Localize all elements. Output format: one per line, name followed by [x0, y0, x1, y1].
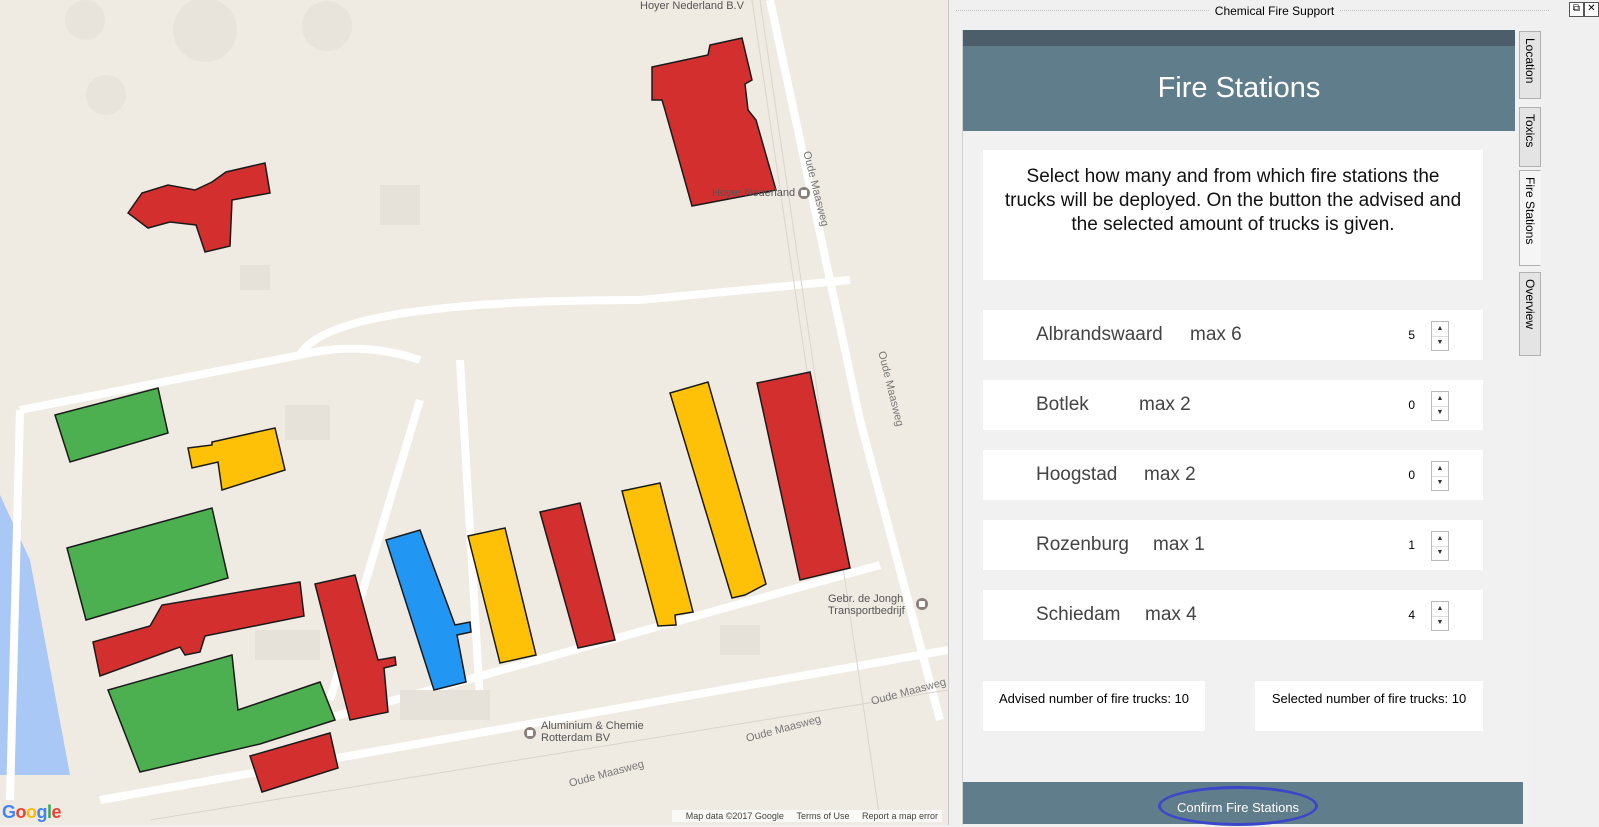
- spin-down-icon[interactable]: ▼: [1432, 336, 1448, 350]
- truck-count-spinner[interactable]: ▲ ▼: [1431, 601, 1449, 631]
- station-row-schiedam: Schiedam max 4 4 ▲ ▼: [983, 590, 1483, 640]
- spin-up-icon[interactable]: ▲: [1432, 322, 1448, 337]
- map-label-hoyer: Hoyer Nederland: [712, 187, 811, 200]
- spin-down-icon[interactable]: ▼: [1432, 406, 1448, 420]
- confirm-fire-stations-button[interactable]: Confirm Fire Stations: [1158, 786, 1318, 826]
- station-max: max 6: [1190, 324, 1242, 345]
- truck-count-value[interactable]: 5: [1408, 310, 1415, 360]
- tab-overview[interactable]: Overview: [1519, 272, 1541, 356]
- map-label-alu: Aluminium & Chemie Rotterdam BV: [541, 720, 644, 744]
- truck-count-spinner[interactable]: ▲ ▼: [1431, 531, 1449, 561]
- truck-count-value[interactable]: 4: [1408, 590, 1415, 640]
- truck-count-spinner[interactable]: ▲ ▼: [1431, 461, 1449, 491]
- advised-trucks-label: Advised number of fire trucks: 10: [983, 681, 1205, 731]
- tab-location[interactable]: Location: [1519, 31, 1541, 99]
- google-logo: Google: [2, 802, 62, 822]
- station-row-rozenburg: Rozenburg max 1 1 ▲ ▼: [983, 520, 1483, 570]
- spin-down-icon[interactable]: ▼: [1432, 476, 1448, 490]
- truck-count-value[interactable]: 1: [1408, 520, 1415, 570]
- tab-label: Overview: [1523, 279, 1537, 330]
- map-footer: Map data ©2017 Google Terms of Use Repor…: [671, 810, 942, 822]
- map-label-alu-line2: Rotterdam BV: [541, 732, 611, 744]
- map-data-credit: Map data ©2017 Google: [685, 811, 784, 821]
- truck-count-spinner[interactable]: ▲ ▼: [1431, 321, 1449, 351]
- side-panel: Chemical Fire Support ⧉ ✕ Fire Stations …: [950, 0, 1599, 826]
- poi-icon[interactable]: [524, 727, 536, 739]
- station-name: Rozenburg: [1036, 534, 1129, 555]
- station-max: max 2: [1139, 394, 1191, 415]
- header-strip: [963, 30, 1515, 46]
- station-name: Hoogstad: [1036, 464, 1118, 485]
- map-label-gebr: Gebr. de Jongh Transportbedrijf: [828, 593, 905, 617]
- map-label-hoyer-top: Hoyer Nederland B.V: [640, 0, 744, 12]
- station-name: Schiedam: [1036, 604, 1121, 625]
- station-row-hoogstad: Hoogstad max 2 0 ▲ ▼: [983, 450, 1483, 500]
- station-name: Botlek: [1036, 394, 1089, 415]
- window-title-bar: Chemical Fire Support: [950, 0, 1599, 22]
- map-label-hoyer-text: Hoyer Nederland: [712, 187, 796, 199]
- map-label-gebr-line2: Transportbedrijf: [828, 605, 905, 617]
- station-max: max 4: [1145, 604, 1197, 625]
- selected-trucks-label: Selected number of fire trucks: 10: [1255, 681, 1483, 731]
- station-row-botlek: Botlek max 2 0 ▲ ▼: [983, 380, 1483, 430]
- map-label-alu-line1: Aluminium & Chemie: [541, 720, 644, 732]
- truck-count-spinner[interactable]: ▲ ▼: [1431, 391, 1449, 421]
- spin-up-icon[interactable]: ▲: [1432, 462, 1448, 477]
- close-icon[interactable]: ✕: [1584, 2, 1599, 17]
- report-link[interactable]: Report a map error: [862, 811, 938, 821]
- truck-count-value[interactable]: 0: [1408, 380, 1415, 430]
- station-max: max 1: [1153, 534, 1205, 555]
- poi-icon[interactable]: [916, 598, 928, 610]
- station-max: max 2: [1144, 464, 1196, 485]
- spin-up-icon[interactable]: ▲: [1432, 392, 1448, 407]
- station-row-albrandswaard: Albrandswaard max 6 5 ▲ ▼: [983, 310, 1483, 360]
- instructions-text: Select how many and from which fire stat…: [983, 150, 1483, 280]
- tab-fire-stations[interactable]: Fire Stations: [1519, 170, 1541, 266]
- station-name: Albrandswaard: [1036, 324, 1163, 345]
- map-canvas[interactable]: [0, 0, 948, 825]
- tab-label: Location: [1523, 38, 1537, 84]
- terms-link[interactable]: Terms of Use: [796, 811, 849, 821]
- truck-count-value[interactable]: 0: [1408, 450, 1415, 500]
- spin-up-icon[interactable]: ▲: [1432, 532, 1448, 547]
- fire-stations-content: Fire Stations Select how many and from w…: [962, 30, 1529, 826]
- tab-label: Toxics: [1523, 114, 1537, 148]
- page-title: Fire Stations: [963, 46, 1515, 131]
- map-view[interactable]: Hoyer Nederland B.V Hoyer Nederland Gebr…: [0, 0, 949, 825]
- map-label-gebr-line1: Gebr. de Jongh: [828, 593, 904, 605]
- spin-up-icon[interactable]: ▲: [1432, 602, 1448, 617]
- tab-label: Fire Stations: [1523, 177, 1537, 245]
- window-title: Chemical Fire Support: [1208, 4, 1341, 18]
- tab-toxics[interactable]: Toxics: [1519, 107, 1541, 167]
- footer-bar: Confirm Fire Stations: [963, 782, 1523, 826]
- spin-down-icon[interactable]: ▼: [1432, 546, 1448, 560]
- restore-icon[interactable]: ⧉: [1569, 2, 1584, 17]
- spin-down-icon[interactable]: ▼: [1432, 616, 1448, 630]
